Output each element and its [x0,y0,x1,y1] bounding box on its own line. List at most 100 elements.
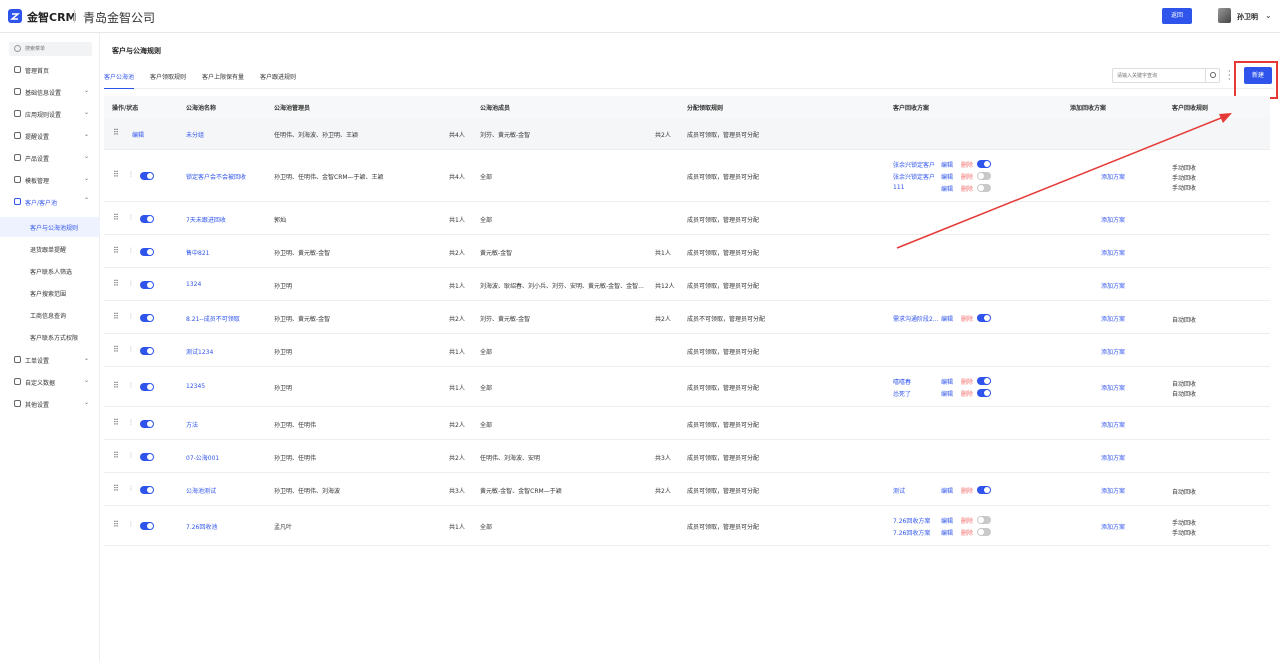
plan-toggle[interactable] [977,160,991,168]
more-icon[interactable]: ⋮ [128,419,134,426]
plan-edit-link[interactable]: 编辑 [941,486,953,495]
plan-toggle[interactable] [977,528,991,536]
drag-handle-icon[interactable] [113,312,120,322]
drag-handle-icon[interactable] [113,381,120,391]
drag-handle-icon[interactable] [113,418,120,428]
cell-name[interactable]: 未分组 [186,130,204,139]
cell-name[interactable]: 锁定客户会不会被回收 [186,172,246,181]
chevron-down-icon[interactable]: ⌄ [1265,11,1272,20]
plan-name[interactable]: 测试 [893,486,905,495]
tab-3[interactable]: 客户跟进规则 [260,72,296,89]
plan-toggle[interactable] [977,389,991,397]
drag-handle-icon[interactable] [113,279,120,289]
status-toggle[interactable] [140,314,154,322]
plan-name[interactable]: 7.26回收方案 [893,516,930,525]
plan-edit-link[interactable]: 编辑 [941,377,953,386]
plan-edit-link[interactable]: 编辑 [941,389,953,398]
user-name[interactable]: 孙卫明 [1237,12,1258,22]
drag-handle-icon[interactable] [113,128,120,138]
status-toggle[interactable] [140,172,154,180]
plan-delete-link[interactable]: 删除 [961,377,973,386]
more-icon[interactable]: ⋮ [128,247,134,254]
sidebar-item[interactable]: 客户/客户池 ⌃ [0,193,100,211]
drag-handle-icon[interactable] [113,170,120,180]
plan-edit-link[interactable]: 编辑 [941,314,953,323]
plan-delete-link[interactable]: 删除 [961,389,973,398]
plan-edit-link[interactable]: 编辑 [941,160,953,169]
back-button[interactable]: 返回 [1162,8,1192,24]
tab-2[interactable]: 客户上限保有量 [202,72,244,89]
status-toggle[interactable] [140,248,154,256]
sidebar-item[interactable]: 提醒设置 ⌄ [0,127,100,145]
status-toggle[interactable] [140,215,154,223]
cell-name[interactable]: 07-公海001 [186,453,219,462]
add-plan-link[interactable]: 添加方案 [1101,314,1125,323]
sidebar-subitem[interactable]: 工商信息查询 [0,305,100,325]
keyword-search[interactable] [1112,68,1220,83]
cell-name[interactable]: 7.26回收池 [186,522,217,531]
plan-name[interactable]: 需求沟通阶段2... [893,314,939,323]
add-plan-link[interactable]: 添加方案 [1101,453,1125,462]
more-options-icon[interactable]: · · · [1228,68,1231,84]
cell-name[interactable]: 12345 [186,383,205,390]
plan-name[interactable]: 张余兴锁定客户 [893,172,935,181]
add-plan-link[interactable]: 添加方案 [1101,172,1125,181]
plan-name[interactable]: 111 [893,184,904,191]
add-plan-link[interactable]: 添加方案 [1101,383,1125,392]
drag-handle-icon[interactable] [113,451,120,461]
sidebar-item[interactable]: 其他设置 ⌄ [0,395,100,413]
add-plan-link[interactable]: 添加方案 [1101,420,1125,429]
plan-toggle[interactable] [977,172,991,180]
sidebar-item[interactable]: 基础信息设置 ⌄ [0,83,100,101]
sidebar-item[interactable]: 产品设置 ⌄ [0,149,100,167]
status-toggle[interactable] [140,420,154,428]
plan-toggle[interactable] [977,486,991,494]
cell-name[interactable]: 7天未跟进回收 [186,215,226,224]
tab-1[interactable]: 客户领取规则 [150,72,186,89]
tab-0[interactable]: 客户公海池 [104,72,135,89]
more-icon[interactable]: ⋮ [128,313,134,320]
plan-edit-link[interactable]: 编辑 [941,516,953,525]
plan-name[interactable]: 嘻嘻春 [893,377,911,386]
sidebar-subitem[interactable]: 客户联系方式权限 [0,327,100,347]
plan-toggle[interactable] [977,516,991,524]
cell-name[interactable]: 8.21--成员不可领取 [186,314,240,323]
status-toggle[interactable] [140,453,154,461]
plan-name[interactable]: 7.26回收方案 [893,528,930,537]
drag-handle-icon[interactable] [113,484,120,494]
cell-name[interactable]: 测试1234 [186,347,213,356]
sidebar-subitem[interactable]: 客户与公海池规则 [0,217,100,237]
plan-delete-link[interactable]: 删除 [961,516,973,525]
status-toggle[interactable] [140,347,154,355]
sidebar-item[interactable]: 工单设置 ⌄ [0,351,100,369]
plan-delete-link[interactable]: 删除 [961,184,973,193]
sidebar-search[interactable] [9,42,92,56]
search-input[interactable] [1117,71,1197,81]
plan-name[interactable]: 张余兴锁定客户 [893,160,935,169]
plan-delete-link[interactable]: 删除 [961,528,973,537]
drag-handle-icon[interactable] [113,213,120,223]
add-plan-link[interactable]: 添加方案 [1101,347,1125,356]
more-icon[interactable]: ⋮ [128,280,134,287]
more-icon[interactable]: ⋮ [128,171,134,178]
add-plan-link[interactable]: 添加方案 [1101,281,1125,290]
more-icon[interactable]: ⋮ [128,521,134,528]
sidebar-subitem[interactable]: 退货跟单提醒 [0,239,100,259]
cell-name[interactable]: 公海池测试 [186,486,216,495]
drag-handle-icon[interactable] [113,520,120,530]
add-plan-link[interactable]: 添加方案 [1101,215,1125,224]
plan-edit-link[interactable]: 编辑 [941,172,953,181]
more-icon[interactable]: ⋮ [128,485,134,492]
drag-handle-icon[interactable] [113,345,120,355]
add-plan-link[interactable]: 添加方案 [1101,522,1125,531]
status-toggle[interactable] [140,383,154,391]
cell-name[interactable]: 售中821 [186,248,209,257]
status-toggle[interactable] [140,522,154,530]
sidebar-subitem[interactable]: 客户搜索范围 [0,283,100,303]
more-icon[interactable]: ⋮ [128,382,134,389]
add-plan-link[interactable]: 添加方案 [1101,248,1125,257]
cell-name[interactable]: 方法 [186,420,198,429]
plan-delete-link[interactable]: 删除 [961,314,973,323]
plan-toggle[interactable] [977,314,991,322]
avatar[interactable] [1218,8,1231,23]
